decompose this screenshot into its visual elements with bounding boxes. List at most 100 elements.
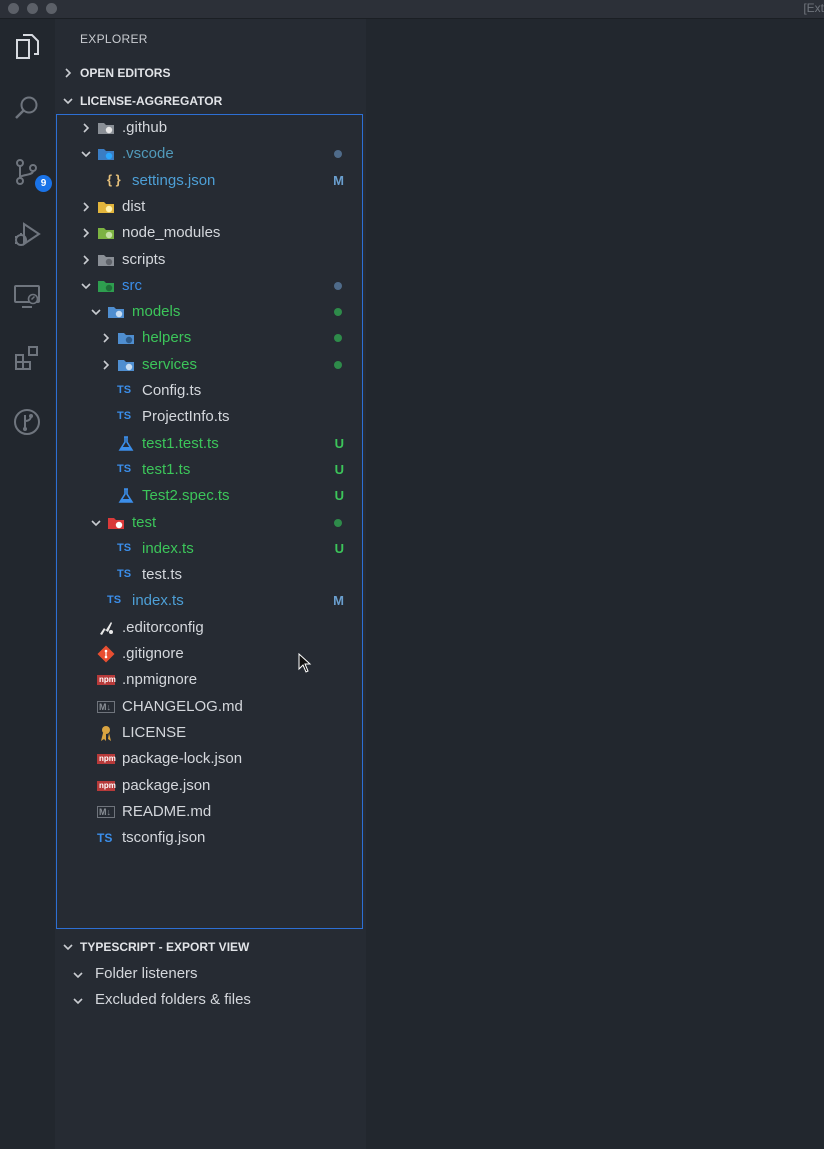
- close-window-button[interactable]: [8, 3, 19, 14]
- git-status-badge: U: [334, 461, 344, 477]
- tree-file-row[interactable]: npm package.json: [57, 773, 362, 799]
- tsconfig-icon: TS: [97, 831, 113, 846]
- tree-file-row[interactable]: TS test1.ts U: [57, 457, 362, 483]
- tree-item-icon: TS: [117, 382, 135, 400]
- npm-icon: npm: [97, 754, 116, 765]
- maximize-window-button[interactable]: [46, 3, 57, 14]
- tree-file-row[interactable]: TS tsconfig.json: [57, 825, 362, 851]
- editor-area[interactable]: [366, 19, 824, 1149]
- github-folder-icon: [98, 123, 114, 134]
- tree-file-row[interactable]: LICENSE: [57, 720, 362, 746]
- tree-file-row[interactable]: { } settings.json M: [57, 168, 362, 194]
- tree-folder-row[interactable]: node_modules: [57, 220, 362, 246]
- mouse-cursor-icon: [298, 653, 312, 673]
- title-bar: [Ext: [0, 0, 824, 19]
- tree-file-row[interactable]: npm .npmignore: [57, 667, 362, 693]
- tree-item-name: test.ts: [142, 566, 183, 584]
- tree-folder-row[interactable]: .github: [57, 115, 362, 141]
- tree-file-row[interactable]: TS index.ts M: [57, 588, 362, 614]
- tree-folder-row[interactable]: scripts: [57, 247, 362, 273]
- tree-folder-row[interactable]: .vscode: [57, 141, 362, 167]
- tree-file-row[interactable]: Test2.spec.ts U: [57, 483, 362, 509]
- tree-item-icon: npm: [97, 777, 116, 795]
- tree-item-icon: TS: [117, 540, 135, 558]
- workspace-header[interactable]: LICENSE-AGGREGATOR: [55, 90, 366, 112]
- export-view-header[interactable]: TYPESCRIPT - EXPORT VIEW: [55, 936, 366, 958]
- git-graph-icon: [14, 409, 40, 435]
- tree-file-row[interactable]: TS Config.ts: [57, 378, 362, 404]
- tree-item-name: node_modules: [122, 224, 221, 242]
- vscode-folder-icon: [98, 149, 114, 161]
- chevron-down-icon: [73, 998, 83, 1005]
- tree-item-icon: [97, 224, 115, 242]
- tree-folder-row[interactable]: src: [57, 273, 362, 299]
- tree-item-icon: [97, 277, 115, 295]
- chevron-right-icon: [83, 228, 90, 238]
- tree-item-name: package.json: [122, 776, 211, 794]
- activity-source-control[interactable]: 9: [8, 153, 52, 192]
- tree-item-name: .vscode: [122, 145, 174, 163]
- tree-folder-row[interactable]: dist: [57, 194, 362, 220]
- tree-folder-row[interactable]: test: [57, 510, 362, 536]
- tree-file-row[interactable]: npm package-lock.json: [57, 746, 362, 772]
- tree-item-icon: [107, 514, 125, 532]
- tree-item-name: CHANGELOG.md: [122, 697, 243, 715]
- activity-explorer[interactable]: [8, 27, 46, 65]
- tree-item-icon: M↓: [97, 803, 115, 821]
- git-status-badge: U: [334, 540, 344, 556]
- activity-run-debug[interactable]: [8, 215, 46, 253]
- markdown-icon: M↓: [97, 700, 115, 713]
- extensions-icon: [15, 346, 38, 370]
- activity-remote-explorer[interactable]: [8, 277, 46, 315]
- modified-dot-indicator: [334, 150, 342, 159]
- tree-file-row[interactable]: .gitignore: [57, 641, 362, 667]
- modified-dot-indicator: [334, 518, 342, 527]
- tree-folder-row[interactable]: services: [57, 352, 362, 378]
- open-editors-header[interactable]: OPEN EDITORS: [55, 62, 366, 84]
- tree-item-name: index.ts: [142, 539, 194, 557]
- tree-item-name: package-lock.json: [122, 750, 243, 768]
- tree-file-row[interactable]: TS test.ts: [57, 562, 362, 588]
- typescript-icon: TS: [117, 568, 132, 581]
- npm-icon: npm: [97, 780, 116, 791]
- typescript-icon: TS: [107, 594, 122, 607]
- tree-item-icon: TS: [117, 408, 135, 426]
- search-icon: [15, 96, 38, 119]
- activity-git-graph[interactable]: [8, 403, 46, 441]
- tree-file-row[interactable]: TS ProjectInfo.ts: [57, 404, 362, 430]
- tree-item-icon: [117, 329, 135, 347]
- tree-file-row[interactable]: test1.test.ts U: [57, 431, 362, 457]
- tree-item-name: .editorconfig: [122, 618, 204, 636]
- explorer-sidebar: EXPLORER OPEN EDITORS LICENSE-AGGREGATOR…: [55, 19, 366, 1149]
- tree-item-name: test1.test.ts: [142, 434, 219, 452]
- activity-search[interactable]: [8, 89, 46, 127]
- tree-item-icon: TS: [107, 592, 125, 610]
- chevron-down-icon: [91, 309, 101, 316]
- typescript-icon: TS: [117, 410, 132, 423]
- minimize-window-button[interactable]: [27, 3, 38, 14]
- test-flask-icon: [118, 488, 134, 503]
- tree-item-icon: [97, 724, 115, 742]
- tree-file-row[interactable]: TS index.ts U: [57, 536, 362, 562]
- tree-item-name: dist: [122, 197, 146, 215]
- tree-folder-row[interactable]: helpers: [57, 325, 362, 351]
- tree-file-row[interactable]: M↓ CHANGELOG.md: [57, 694, 362, 720]
- excluded-files-item[interactable]: Excluded folders & files: [55, 988, 366, 1012]
- tree-item-name: .npmignore: [122, 671, 198, 689]
- tree-item-icon: [117, 356, 135, 374]
- workspace-label: LICENSE-AGGREGATOR: [80, 94, 223, 108]
- tree-folder-row[interactable]: models: [57, 299, 362, 325]
- chevron-right-icon: [83, 202, 90, 212]
- tree-file-row[interactable]: M↓ README.md: [57, 799, 362, 825]
- tree-item-icon: { }: [107, 172, 125, 190]
- tree-item-icon: M↓: [97, 698, 115, 716]
- tree-item-icon: [97, 119, 115, 137]
- tree-item-name: scripts: [122, 250, 166, 268]
- git-status-badge: U: [334, 488, 344, 504]
- tree-item-icon: TS: [117, 566, 135, 584]
- services-folder-icon: [118, 359, 134, 371]
- tree-file-row[interactable]: .editorconfig: [57, 615, 362, 641]
- tree-item-icon: [97, 645, 115, 663]
- folder-listeners-item[interactable]: Folder listeners: [55, 962, 366, 986]
- activity-extensions[interactable]: [8, 339, 46, 377]
